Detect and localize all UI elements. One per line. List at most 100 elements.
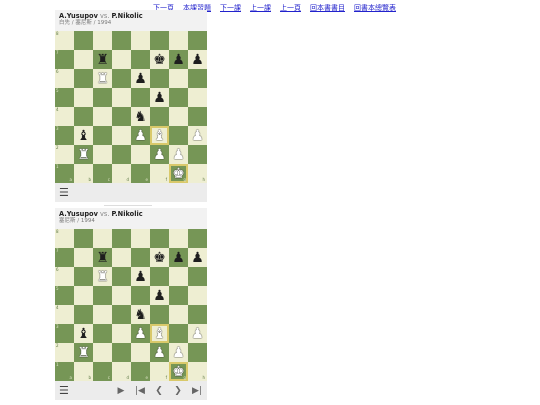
- white-pawn-icon[interactable]: ♟: [172, 148, 185, 162]
- square-f2[interactable]: ♟: [150, 343, 169, 362]
- square-f2[interactable]: ♟: [150, 145, 169, 164]
- square-g3[interactable]: [169, 324, 188, 343]
- square-b7[interactable]: [74, 248, 93, 267]
- square-b4[interactable]: [74, 107, 93, 126]
- square-e7[interactable]: [131, 248, 150, 267]
- first-move-icon[interactable]: |◀: [134, 386, 146, 396]
- square-g3[interactable]: [169, 126, 188, 145]
- square-c1[interactable]: c: [93, 164, 112, 183]
- black-knight-icon[interactable]: ♞: [134, 110, 147, 124]
- square-h5[interactable]: [188, 286, 207, 305]
- square-b6[interactable]: [74, 267, 93, 286]
- white-rook-icon[interactable]: ♜: [77, 148, 90, 162]
- square-g6[interactable]: [169, 69, 188, 88]
- square-g8[interactable]: [169, 31, 188, 50]
- menu-icon[interactable]: ☰: [59, 384, 69, 397]
- square-a3[interactable]: 3: [55, 324, 74, 343]
- black-bishop-icon[interactable]: ♝: [77, 129, 90, 143]
- square-g4[interactable]: [169, 305, 188, 324]
- square-e5[interactable]: [131, 88, 150, 107]
- black-pawn-icon[interactable]: ♟: [153, 91, 166, 105]
- square-a5[interactable]: 5: [55, 286, 74, 305]
- white-pawn-icon[interactable]: ♟: [191, 129, 204, 143]
- square-c6[interactable]: ♜: [93, 69, 112, 88]
- square-c2[interactable]: [93, 343, 112, 362]
- square-e2[interactable]: [131, 145, 150, 164]
- square-b2[interactable]: ♜: [74, 145, 93, 164]
- next-move-icon[interactable]: ❯: [172, 386, 184, 396]
- square-c7[interactable]: ♜: [93, 50, 112, 69]
- square-c8[interactable]: [93, 31, 112, 50]
- square-f6[interactable]: [150, 69, 169, 88]
- square-h6[interactable]: [188, 69, 207, 88]
- square-d8[interactable]: [112, 229, 131, 248]
- square-e3[interactable]: ♟: [131, 126, 150, 145]
- square-e3[interactable]: ♟: [131, 324, 150, 343]
- square-a7[interactable]: 7: [55, 248, 74, 267]
- square-a8[interactable]: 8: [55, 31, 74, 50]
- square-e1[interactable]: e: [131, 164, 150, 183]
- square-f4[interactable]: [150, 107, 169, 126]
- square-g5[interactable]: [169, 286, 188, 305]
- square-g5[interactable]: [169, 88, 188, 107]
- square-h5[interactable]: [188, 88, 207, 107]
- square-d7[interactable]: [112, 50, 131, 69]
- square-e1[interactable]: e: [131, 362, 150, 381]
- square-a5[interactable]: 5: [55, 88, 74, 107]
- square-h3[interactable]: ♟: [188, 324, 207, 343]
- square-g7[interactable]: ♟: [169, 50, 188, 69]
- square-g2[interactable]: ♟: [169, 145, 188, 164]
- square-d6[interactable]: [112, 69, 131, 88]
- square-f7[interactable]: ♚: [150, 248, 169, 267]
- square-a1[interactable]: 1a: [55, 164, 74, 183]
- black-bishop-icon[interactable]: ♝: [77, 327, 90, 341]
- square-e7[interactable]: [131, 50, 150, 69]
- square-d5[interactable]: [112, 286, 131, 305]
- square-c3[interactable]: [93, 324, 112, 343]
- square-d3[interactable]: [112, 324, 131, 343]
- square-h1[interactable]: h: [188, 362, 207, 381]
- square-a1[interactable]: 1a: [55, 362, 74, 381]
- square-h7[interactable]: ♟: [188, 50, 207, 69]
- square-d8[interactable]: [112, 31, 131, 50]
- square-c5[interactable]: [93, 88, 112, 107]
- square-e5[interactable]: [131, 286, 150, 305]
- square-a4[interactable]: 4: [55, 107, 74, 126]
- black-rook-icon[interactable]: ♜: [96, 53, 109, 67]
- square-b3[interactable]: ♝: [74, 324, 93, 343]
- square-c7[interactable]: ♜: [93, 248, 112, 267]
- square-b4[interactable]: [74, 305, 93, 324]
- black-king-icon[interactable]: ♚: [153, 251, 166, 265]
- square-b8[interactable]: [74, 31, 93, 50]
- square-d4[interactable]: [112, 305, 131, 324]
- nav-link-5[interactable]: 上一頁: [280, 4, 301, 12]
- square-e8[interactable]: [131, 31, 150, 50]
- black-pawn-icon[interactable]: ♟: [134, 270, 147, 284]
- square-g2[interactable]: ♟: [169, 343, 188, 362]
- square-c5[interactable]: [93, 286, 112, 305]
- square-d3[interactable]: [112, 126, 131, 145]
- square-e2[interactable]: [131, 343, 150, 362]
- square-d2[interactable]: [112, 145, 131, 164]
- square-d1[interactable]: d: [112, 362, 131, 381]
- square-a7[interactable]: 7: [55, 50, 74, 69]
- black-pawn-icon[interactable]: ♟: [191, 251, 204, 265]
- square-f6[interactable]: [150, 267, 169, 286]
- square-d1[interactable]: d: [112, 164, 131, 183]
- square-e6[interactable]: ♟: [131, 69, 150, 88]
- square-f8[interactable]: [150, 229, 169, 248]
- square-b1[interactable]: b: [74, 164, 93, 183]
- white-rook-icon[interactable]: ♜: [96, 270, 109, 284]
- square-e4[interactable]: ♞: [131, 107, 150, 126]
- square-c6[interactable]: ♜: [93, 267, 112, 286]
- square-b5[interactable]: [74, 286, 93, 305]
- black-pawn-icon[interactable]: ♟: [134, 72, 147, 86]
- square-a2[interactable]: 2: [55, 343, 74, 362]
- square-g4[interactable]: [169, 107, 188, 126]
- square-d7[interactable]: [112, 248, 131, 267]
- white-bishop-icon[interactable]: ♝: [153, 129, 166, 143]
- square-f5[interactable]: ♟: [150, 88, 169, 107]
- nav-link-7[interactable]: 回書本總覽表: [354, 4, 396, 12]
- black-pawn-icon[interactable]: ♟: [172, 53, 185, 67]
- white-bishop-icon[interactable]: ♝: [153, 327, 166, 341]
